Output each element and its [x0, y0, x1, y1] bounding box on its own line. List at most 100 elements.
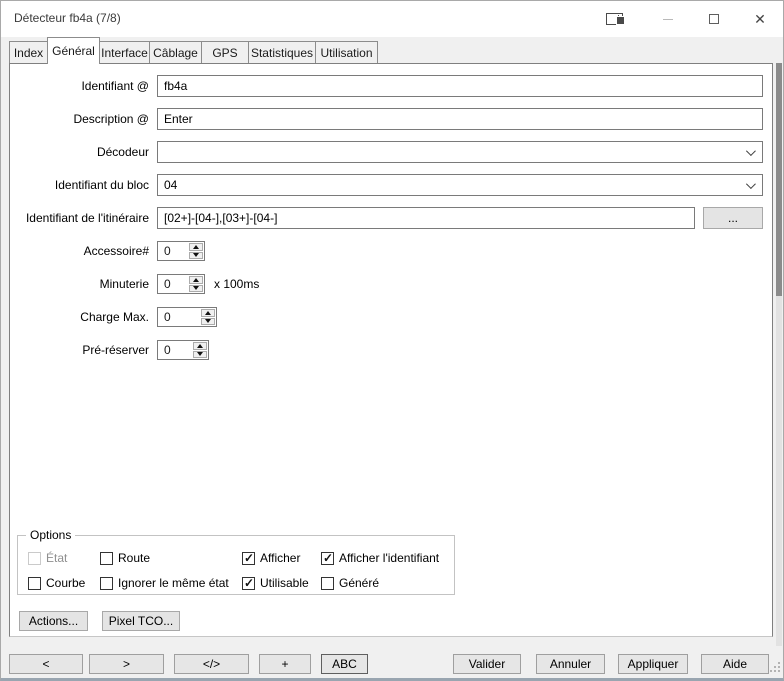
general-tab-page: Identifiant @ Description @ Décodeur Ide…	[9, 63, 773, 637]
tab-general[interactable]: Général	[47, 37, 100, 64]
tab-index[interactable]: Index	[9, 41, 48, 63]
bloc-value: 04	[164, 178, 177, 192]
accessoire-label: Accessoire#	[10, 244, 149, 258]
description-row: Description @	[10, 108, 763, 130]
itineraire-input[interactable]	[157, 207, 695, 229]
decodeur-row: Décodeur	[10, 141, 763, 163]
checkbox-route[interactable]: Route	[100, 551, 150, 565]
checkbox-icon	[28, 552, 41, 565]
options-group: Options État Route Afficher Afficher l'i…	[17, 535, 455, 595]
next-button[interactable]: >	[89, 654, 164, 674]
tab-statistiques[interactable]: Statistiques	[248, 41, 316, 63]
spin-up-icon	[197, 344, 203, 348]
spin-up-icon	[193, 278, 199, 282]
caption-controls: ✕	[606, 1, 783, 37]
annuler-button[interactable]: Annuler	[536, 654, 605, 674]
spin-down-button[interactable]	[193, 351, 207, 359]
spin-down-button[interactable]	[189, 285, 203, 293]
checkbox-icon	[100, 552, 113, 565]
spin-down-icon	[197, 352, 203, 356]
decodeur-label: Décodeur	[10, 145, 149, 159]
spin-down-icon	[205, 319, 211, 323]
bloc-row: Identifiant du bloc 04	[10, 174, 763, 196]
identifiant-row: Identifiant @	[10, 75, 763, 97]
checkbox-afficher-identifiant[interactable]: Afficher l'identifiant	[321, 551, 439, 565]
checkbox-etat[interactable]: État	[28, 551, 67, 565]
valider-button[interactable]: Valider	[453, 654, 521, 674]
spin-up-button[interactable]	[201, 309, 215, 317]
itineraire-row: Identifiant de l'itinéraire ...	[10, 207, 763, 229]
spin-down-icon	[193, 253, 199, 257]
description-input[interactable]	[157, 108, 763, 130]
checkbox-icon	[242, 552, 255, 565]
checkbox-icon	[321, 552, 334, 565]
abc-button[interactable]: ABC	[321, 654, 368, 674]
checkbox-icon	[100, 577, 113, 590]
checkbox-courbe[interactable]: Courbe	[28, 576, 85, 590]
previous-button[interactable]: <	[9, 654, 83, 674]
maximize-button[interactable]	[691, 1, 737, 37]
charge-row: Charge Max. 0	[10, 306, 217, 328]
minimize-button[interactable]	[645, 1, 691, 37]
checkbox-icon	[242, 577, 255, 590]
tab-utilisation[interactable]: Utilisation	[315, 41, 378, 63]
checkbox-afficher[interactable]: Afficher	[242, 551, 300, 565]
itineraire-browse-button[interactable]: ...	[703, 207, 763, 229]
add-button[interactable]: +	[259, 654, 311, 674]
itineraire-label: Identifiant de l'itinéraire	[10, 211, 149, 225]
chevron-down-icon	[746, 179, 756, 189]
prereserver-value: 0	[158, 341, 192, 359]
checkbox-utilisable[interactable]: Utilisable	[242, 576, 309, 590]
accessoire-row: Accessoire# 0	[10, 240, 205, 262]
minuterie-label: Minuterie	[10, 277, 149, 291]
checkbox-genere[interactable]: Généré	[321, 576, 379, 590]
tab-gps[interactable]: GPS	[201, 41, 249, 63]
minuterie-value: 0	[158, 275, 188, 293]
spin-up-button[interactable]	[189, 243, 203, 251]
identifiant-label: Identifiant @	[10, 79, 149, 93]
tab-bar: Index Général Interface Câblage GPS Stat…	[9, 37, 378, 63]
checkbox-ignorer-meme-etat[interactable]: Ignorer le même état	[100, 576, 229, 590]
xml-button[interactable]: </>	[174, 654, 249, 674]
minuterie-unit-label: x 100ms	[214, 277, 259, 291]
chevron-down-icon	[746, 146, 756, 156]
charge-label: Charge Max.	[10, 310, 149, 324]
charge-stepper[interactable]: 0	[157, 307, 217, 327]
resize-grip[interactable]	[768, 660, 780, 672]
spin-up-icon	[205, 311, 211, 315]
aide-button[interactable]: Aide	[701, 654, 769, 674]
detector-dialog: Détecteur fb4a (7/8) ✕ Index Général Int…	[0, 0, 784, 681]
actions-button[interactable]: Actions...	[19, 611, 88, 631]
spin-up-button[interactable]	[193, 342, 207, 350]
pixel-tco-button[interactable]: Pixel TCO...	[102, 611, 180, 631]
minimize-icon	[663, 19, 673, 20]
bloc-select[interactable]: 04	[157, 174, 763, 196]
titlebar[interactable]: Détecteur fb4a (7/8) ✕	[1, 1, 783, 37]
decodeur-select[interactable]	[157, 141, 763, 163]
accessoire-value: 0	[158, 242, 188, 260]
prereserver-stepper[interactable]: 0	[157, 340, 209, 360]
keyboard-icon[interactable]	[606, 13, 623, 25]
close-button[interactable]: ✕	[737, 1, 783, 37]
spin-up-icon	[193, 245, 199, 249]
minuterie-stepper[interactable]: 0	[157, 274, 205, 294]
vertical-scrollbar[interactable]	[776, 63, 782, 646]
spin-down-icon	[193, 286, 199, 290]
spin-down-button[interactable]	[189, 252, 203, 260]
spin-up-button[interactable]	[189, 276, 203, 284]
description-label: Description @	[10, 112, 149, 126]
scrollbar-thumb[interactable]	[776, 63, 782, 296]
checkbox-icon	[321, 577, 334, 590]
options-group-title: Options	[26, 528, 75, 542]
checkbox-icon	[28, 577, 41, 590]
appliquer-button[interactable]: Appliquer	[618, 654, 688, 674]
prereserver-row: Pré-réserver 0	[10, 339, 209, 361]
spin-down-button[interactable]	[201, 318, 215, 326]
bloc-label: Identifiant du bloc	[10, 178, 149, 192]
identifiant-input[interactable]	[157, 75, 763, 97]
tab-interface[interactable]: Interface	[99, 41, 150, 63]
accessoire-stepper[interactable]: 0	[157, 241, 205, 261]
minuterie-row: Minuterie 0 x 100ms	[10, 273, 259, 295]
window-title: Détecteur fb4a (7/8)	[14, 11, 121, 25]
tab-cablage[interactable]: Câblage	[149, 41, 202, 63]
